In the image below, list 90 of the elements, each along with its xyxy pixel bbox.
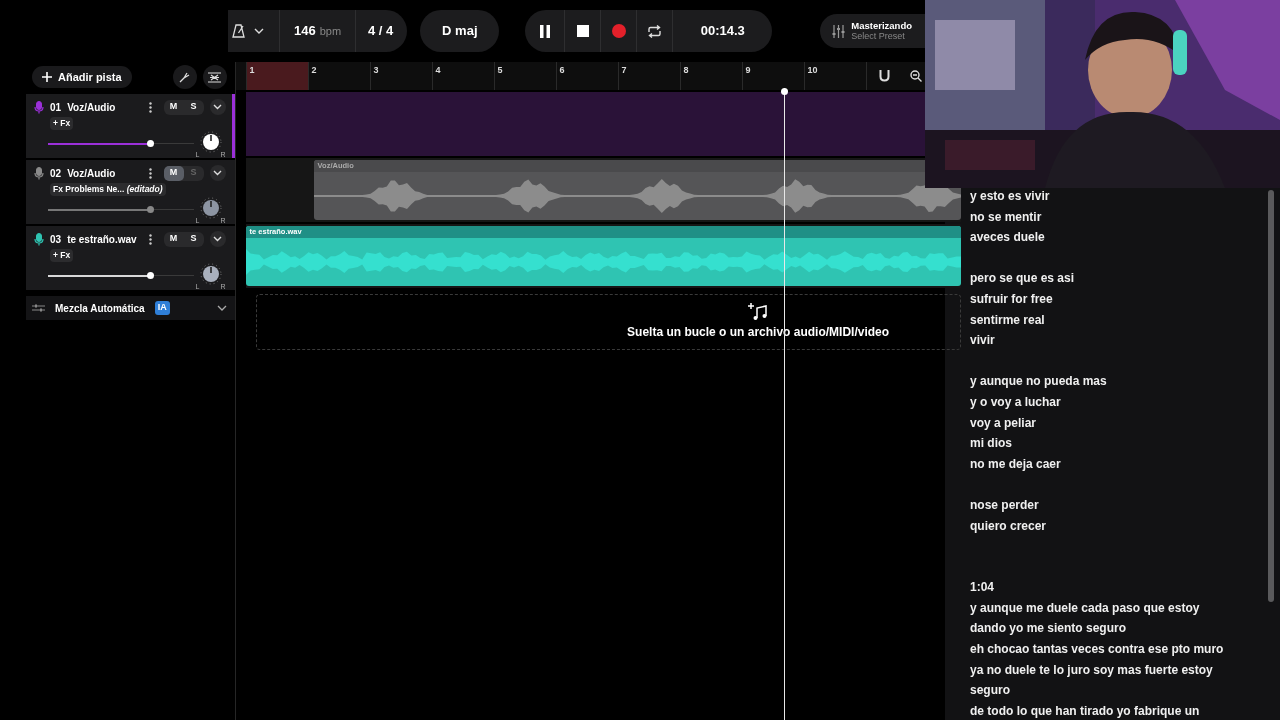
mixer-button[interactable] — [202, 65, 227, 89]
plus-icon — [42, 72, 52, 82]
lyric-line: quiero crecer — [970, 517, 1047, 535]
loop-icon — [647, 24, 663, 38]
bar-number: 3 — [373, 64, 379, 77]
bar-number: 5 — [497, 64, 503, 77]
fx-chip[interactable]: + Fx — [50, 117, 74, 130]
metronome-icon — [232, 24, 246, 38]
lyric-line: pero se que es asi — [970, 270, 1075, 288]
volume-slider[interactable] — [48, 205, 194, 214]
lyric-line: y esto es vivir — [970, 188, 1050, 205]
lyric-line: sentirme real — [970, 311, 1045, 329]
fx-chip[interactable]: Fx Problems Ne... (editado) — [50, 183, 166, 196]
lyric-line: y aunque no pueda mas — [970, 373, 1107, 391]
magnet-icon[interactable] — [878, 70, 890, 82]
fx-chip[interactable]: + Fx — [50, 249, 74, 262]
record-icon — [611, 24, 626, 38]
key-button[interactable]: D maj — [420, 10, 500, 52]
chevron-down-icon — [213, 170, 223, 176]
track-name[interactable]: Voz/Audio — [67, 99, 116, 115]
more-icon[interactable] — [148, 101, 152, 113]
sliders-icon — [832, 24, 846, 38]
chevron-down-icon — [213, 236, 223, 242]
sliders-icon — [32, 303, 45, 313]
stop-icon — [576, 25, 589, 37]
microphone-icon — [34, 166, 44, 180]
bar-number: 1 — [249, 64, 255, 77]
lyric-line: sufruir for free — [970, 290, 1053, 308]
lyric-line: mi dios — [970, 435, 1012, 453]
more-icon[interactable] — [148, 233, 152, 245]
track-name[interactable]: Voz/Audio — [67, 165, 116, 181]
lyric-line: y o voy a luchar — [970, 393, 1061, 411]
expand-button[interactable] — [209, 165, 226, 181]
lyric-line: eh chocao tantas veces contra ese pto muro — [970, 641, 1224, 659]
pause-icon — [539, 24, 550, 38]
pan-knob[interactable] — [199, 262, 222, 285]
music-note-icon — [748, 303, 769, 321]
track-name[interactable]: te estraño.wav — [67, 231, 137, 247]
lyric-line: de todo lo que han tirado yo fabrique un — [970, 702, 1200, 720]
more-icon[interactable] — [148, 167, 152, 179]
track-number: 02 — [50, 166, 62, 181]
lyric-line: no me deja caer — [970, 455, 1061, 473]
chevron-down-icon — [213, 104, 223, 110]
auto-mix-row[interactable]: Mezcla Automática IA — [26, 296, 235, 320]
microphone-icon — [34, 232, 44, 246]
bpm-value: 146 — [293, 22, 316, 41]
mute-button[interactable]: M — [163, 165, 184, 181]
expand-button[interactable] — [209, 99, 226, 115]
tempo-field[interactable]: 146 bpm — [280, 10, 356, 52]
mute-button[interactable]: M — [163, 231, 184, 247]
solo-button[interactable]: S — [183, 231, 204, 247]
mute-button[interactable]: M — [163, 99, 184, 115]
mastering-title: Masterizando — [851, 20, 912, 31]
bar-number: 8 — [683, 64, 689, 77]
tuning-fork-button[interactable] — [172, 65, 197, 89]
time-display: 00:14.3 — [699, 22, 746, 41]
lyric-line: aveces duele — [970, 229, 1045, 247]
ai-badge: IA — [154, 301, 170, 315]
chevron-down-icon — [216, 305, 227, 311]
tuning-fork-icon — [179, 71, 191, 83]
lyric-line: vivir — [970, 332, 995, 350]
bar-number: 6 — [559, 64, 565, 77]
auto-mix-label: Mezcla Automática — [55, 301, 145, 316]
preset-link[interactable]: Select Preset — [851, 31, 912, 42]
volume-slider[interactable] — [48, 271, 194, 280]
pan-knob[interactable] — [199, 130, 222, 153]
chevron-down-icon — [254, 28, 264, 34]
bar-number: 4 — [435, 64, 441, 77]
bar-number: 10 — [807, 64, 818, 77]
track-number: 01 — [50, 100, 62, 115]
bar-number: 7 — [621, 64, 627, 77]
add-track-button[interactable]: Añadir pista — [32, 66, 132, 88]
solo-button[interactable]: S — [183, 99, 204, 115]
bar-number: 9 — [745, 64, 751, 77]
volume-slider[interactable] — [48, 139, 194, 148]
track-number: 03 — [50, 232, 62, 247]
zoom-out-icon[interactable] — [909, 70, 922, 82]
time-signature[interactable]: 4 / 4 — [356, 21, 394, 41]
bar-number: 2 — [311, 64, 317, 77]
microphone-icon — [34, 100, 44, 114]
pan-knob[interactable] — [199, 196, 222, 219]
lyrics-timestamp: 1:04 — [970, 579, 995, 597]
mixer-icon — [208, 71, 222, 83]
lyric-line: nose perder — [970, 496, 1039, 514]
lyric-line: voy a peliar — [970, 414, 1037, 432]
scrollbar-thumb[interactable] — [1268, 190, 1274, 602]
mastering-button[interactable]: Masterizando Select Preset — [820, 14, 928, 48]
bpm-unit: bpm — [319, 23, 342, 39]
expand-button[interactable] — [209, 231, 226, 247]
lyric-line: no se mentir — [970, 208, 1042, 226]
